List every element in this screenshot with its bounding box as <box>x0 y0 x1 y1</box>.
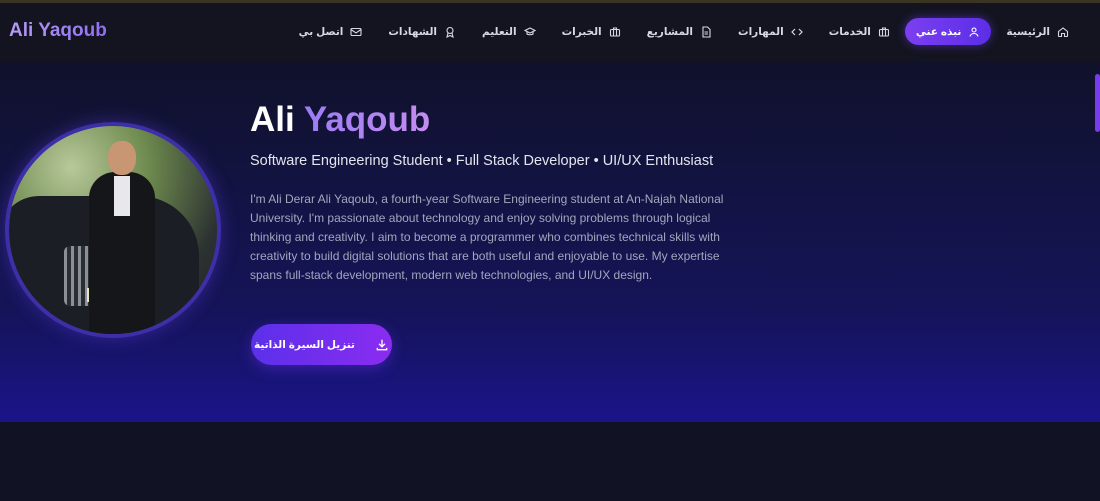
briefcase-icon <box>609 26 621 38</box>
nav-item-certificates[interactable]: الشهادات <box>377 18 467 45</box>
nav-item-label: الخبرات <box>561 25 602 38</box>
nav-item-home[interactable]: الرئيسية <box>995 18 1080 45</box>
hero-name: Ali Yaqoub <box>250 100 430 140</box>
nav-item-label: التعليم <box>482 25 517 38</box>
file-icon <box>700 25 712 38</box>
nav-item-education[interactable]: التعليم <box>471 18 547 45</box>
nav-item-label: نبذه عني <box>915 25 962 38</box>
nav-item-projects[interactable]: المشاريع <box>636 18 723 45</box>
nav-item-label: الخدمات <box>828 25 871 38</box>
main-nav: الرئيسية نبذه عني الخدمات المهارات المشا… <box>284 18 1080 45</box>
user-icon <box>968 26 980 38</box>
nav-item-contact[interactable]: اتصل بي <box>288 18 374 45</box>
nav-item-label: المهارات <box>738 25 784 38</box>
hero-first-name: Ali <box>250 100 295 139</box>
award-icon <box>444 26 456 38</box>
nav-item-label: المشاريع <box>646 25 694 38</box>
nav-item-experience[interactable]: الخبرات <box>551 18 632 45</box>
photo-person-shirt <box>114 176 130 216</box>
home-icon <box>1057 26 1069 38</box>
navbar: Ali Yaqoub الرئيسية نبذه عني الخدمات الم… <box>0 3 1100 61</box>
page-below-hero <box>0 422 1100 501</box>
code-icon <box>790 26 803 38</box>
scrollbar-thumb[interactable] <box>1095 74 1100 132</box>
nav-item-about[interactable]: نبذه عني <box>904 18 992 45</box>
nav-item-label: الشهادات <box>388 25 438 38</box>
graduation-cap-icon <box>523 26 536 38</box>
photo-person-head <box>108 141 136 175</box>
brand-logo[interactable]: Ali Yaqoub <box>9 20 107 42</box>
download-icon <box>375 338 389 352</box>
download-cv-button[interactable]: تنزيل السيرة الذاتية <box>251 324 392 365</box>
nav-item-skills[interactable]: المهارات <box>727 18 814 45</box>
nav-item-label: اتصل بي <box>298 25 344 38</box>
download-cv-label: تنزيل السيرة الذاتية <box>254 338 355 351</box>
hero-bio: I'm Ali Derar Ali Yaqoub, a fourth-year … <box>250 192 724 282</box>
mail-icon <box>350 26 362 38</box>
hero-subtitle: Software Engineering Student • Full Stac… <box>250 153 714 169</box>
nav-item-services[interactable]: الخدمات <box>818 18 901 45</box>
hero-last-name: Yaqoub <box>303 100 431 139</box>
profile-photo <box>5 122 221 338</box>
briefcase-icon <box>878 26 890 38</box>
nav-item-label: الرئيسية <box>1006 25 1050 38</box>
